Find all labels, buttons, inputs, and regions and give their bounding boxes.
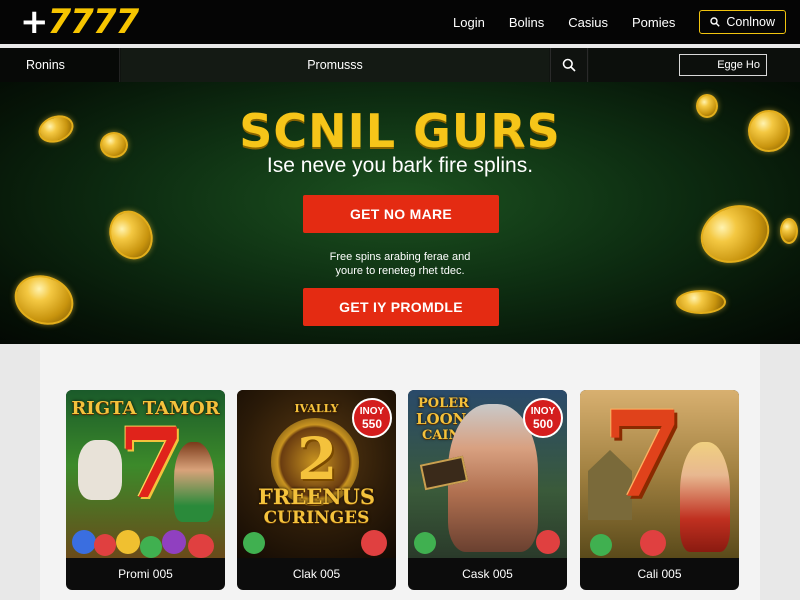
get-no-mare-button[interactable]: GET NO MARE (303, 195, 499, 233)
gem-icon (140, 536, 162, 558)
game-art-1: RIGTA TAMOR 7 (66, 390, 225, 558)
game-caption-1: Promi 005 (118, 567, 173, 581)
get-promo-button[interactable]: GET IY PROMDLE (303, 288, 499, 326)
gem-icon (94, 534, 116, 556)
main-nav: Login Bolins Casius Pomies Conlnow (453, 0, 800, 44)
hero-banner: SCNIL GURS Ise neve you bark fire splins… (0, 82, 800, 344)
game-caption-2: Clak 005 (292, 567, 341, 581)
gem-icon (590, 534, 612, 556)
gold-coin-icon (676, 290, 726, 314)
game-card-1[interactable]: RIGTA TAMOR 7 Promi 005 (66, 390, 225, 590)
gem-icon (162, 530, 186, 554)
hero-title: SCNIL GURS (239, 104, 561, 158)
hero-subtitle: Ise neve you bark fire splins. (266, 154, 534, 177)
game-card-4[interactable]: 7 Cali 005 (580, 390, 739, 590)
woman-character-icon (680, 442, 730, 552)
woman-character-icon (174, 442, 214, 522)
nav-promos[interactable]: Pomies (632, 15, 675, 30)
game-caption-4: Cali 005 (637, 567, 682, 581)
gem-icon (414, 532, 436, 554)
badge-value-3: 500 (532, 417, 554, 431)
gem-icon (72, 530, 96, 554)
gold-coin-icon (780, 218, 798, 244)
game-card-3[interactable]: POLER LOON CAIN INOY 500 Cask 005 (408, 390, 567, 590)
subnav-promos[interactable]: Promusss (121, 48, 549, 82)
game-card-2[interactable]: IVALLY 2 FREENUS CURINGES INOY 550 Clak … (237, 390, 396, 590)
game-caption-3: Cask 005 (462, 567, 513, 581)
subnav-field[interactable]: Egge Ho (679, 54, 767, 76)
game-title-2: FREENUS (257, 484, 376, 509)
slot-two-icon: 2 (297, 425, 338, 493)
slot-seven-icon: 7 (602, 390, 685, 524)
hero-note-line2: youre to reneteg rhet tdec. (335, 265, 465, 277)
game-title-2b: CURINGES (263, 508, 370, 528)
gem-icon (536, 530, 560, 554)
gem-icon (243, 532, 265, 554)
nav-casino[interactable]: Casius (568, 15, 608, 30)
search-icon (562, 58, 576, 72)
connect-label: Conlnow (726, 15, 775, 29)
game-art-2: IVALLY 2 FREENUS CURINGES INOY 550 (237, 390, 396, 558)
game-art-4: 7 (580, 390, 739, 558)
badge-value-2: 550 (361, 417, 383, 431)
gem-icon (116, 530, 140, 554)
site-logo[interactable]: +7777 (20, 2, 139, 42)
connect-button[interactable]: Conlnow (699, 10, 786, 34)
hero-note: Free spins arabing ferae and youre to re… (0, 250, 800, 278)
bonus-badge-3: INOY 500 (523, 398, 563, 438)
top-header: +7777 Login Bolins Casius Pomies Conlnow (0, 0, 800, 44)
search-button[interactable] (550, 48, 588, 82)
game-art-3: POLER LOON CAIN INOY 500 (408, 390, 567, 558)
nav-bonus[interactable]: Bolins (509, 15, 544, 30)
gem-icon (640, 530, 666, 556)
secondary-nav: Ronins Promusss Egge Ho (0, 48, 800, 82)
connect-search-icon (710, 17, 721, 27)
gem-icon (361, 530, 387, 556)
hero-note-line1: Free spins arabing ferae and (329, 251, 471, 263)
nav-login[interactable]: Login (453, 15, 485, 30)
subnav-ronins[interactable]: Ronins (0, 48, 120, 82)
goat-mascot-icon (78, 440, 122, 500)
bonus-badge-2: INOY 550 (352, 398, 392, 438)
gem-icon (188, 534, 214, 558)
subnav-right: Egge Ho (589, 48, 800, 82)
